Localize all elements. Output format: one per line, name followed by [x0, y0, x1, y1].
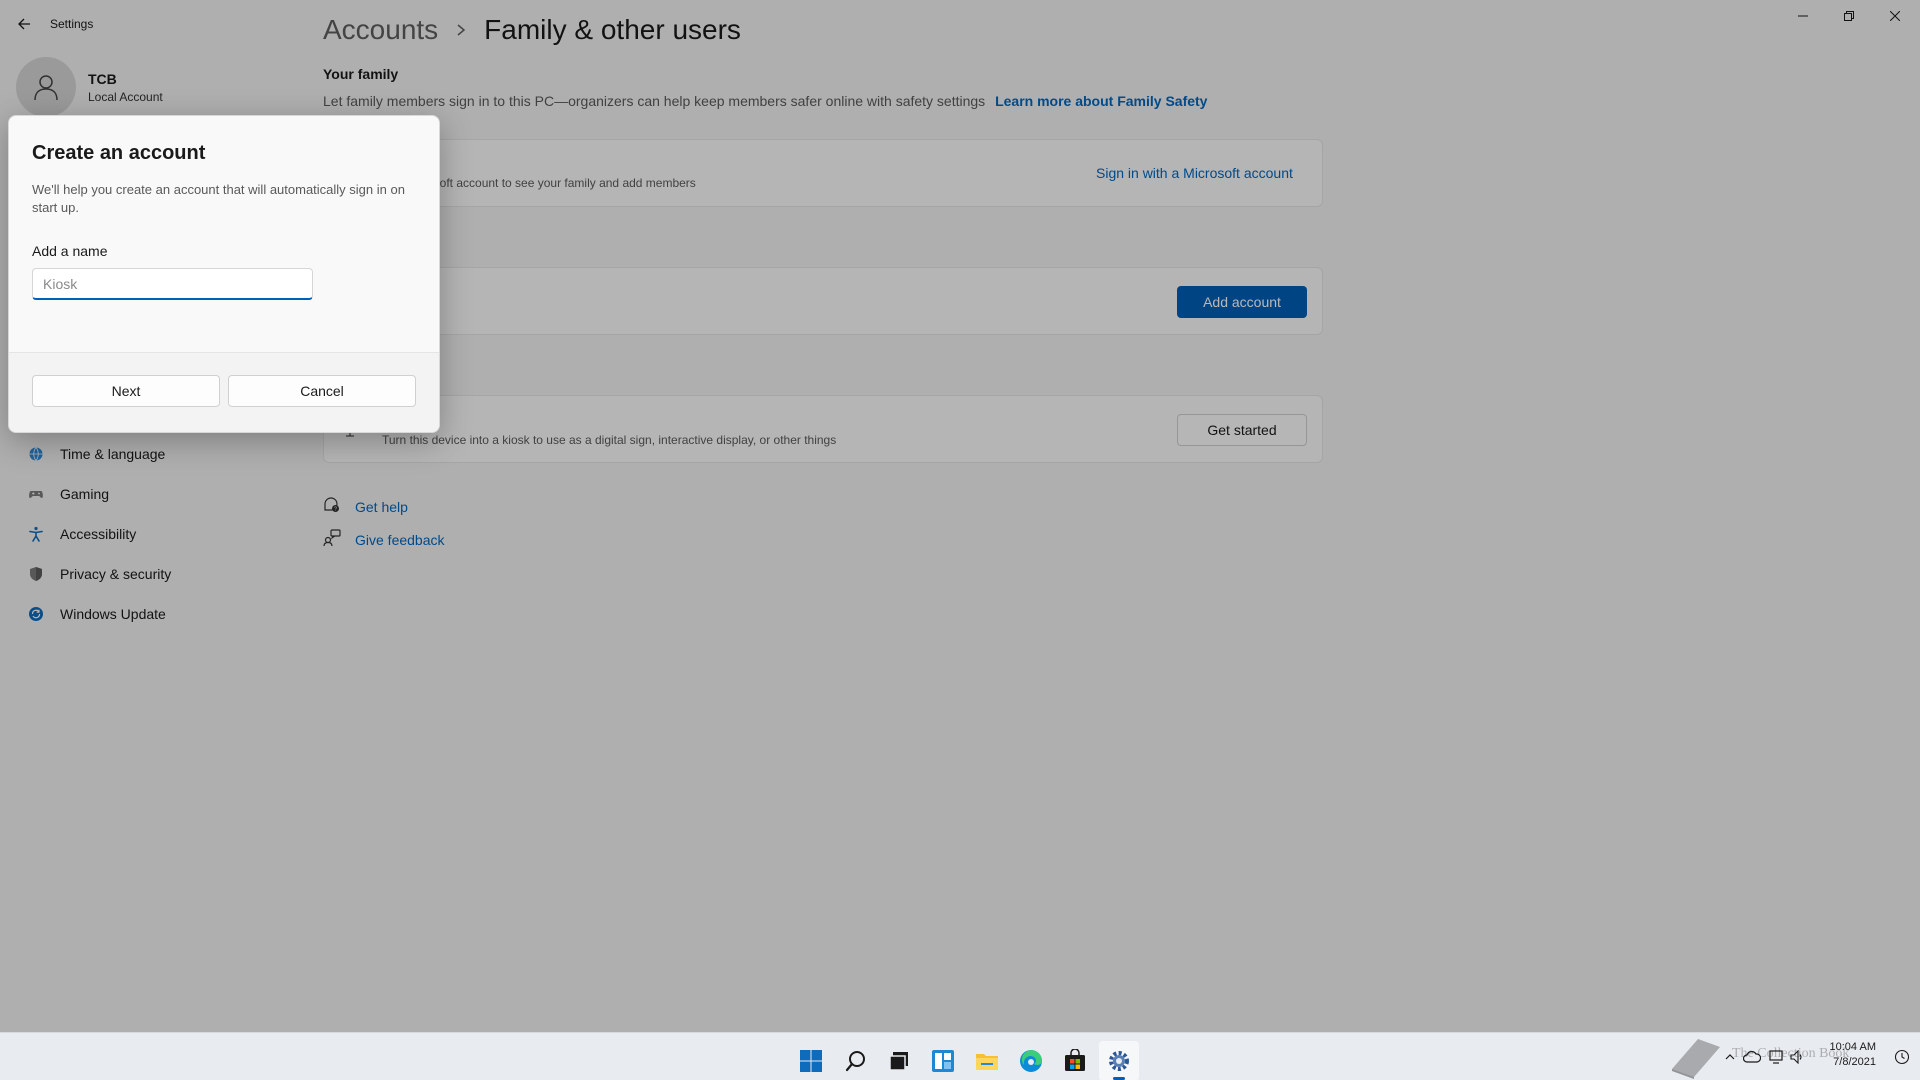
volume-icon: [1790, 1050, 1802, 1064]
store-button[interactable]: [1055, 1041, 1095, 1080]
dialog-footer: Next Cancel: [9, 352, 439, 432]
dialog-description: We'll help you create an account that wi…: [32, 182, 405, 215]
cloud-icon: [1743, 1051, 1761, 1063]
create-account-dialog: Create an account We'll help you create …: [8, 115, 440, 433]
edge-icon: [1020, 1050, 1042, 1072]
cancel-button[interactable]: Cancel: [228, 375, 416, 407]
store-icon: [1065, 1049, 1085, 1071]
name-input[interactable]: [32, 268, 313, 300]
onedrive-button[interactable]: [1742, 1047, 1762, 1067]
file-explorer-icon: [976, 1054, 998, 1070]
chevron-up-icon: [1725, 1054, 1735, 1060]
edge-button[interactable]: [1011, 1041, 1051, 1080]
taskbar: The Collection Book 10:04 AM 7/8/2021: [0, 1032, 1920, 1080]
start-button[interactable]: [791, 1041, 831, 1080]
task-view-icon: [889, 1052, 908, 1071]
widgets-button[interactable]: [923, 1041, 963, 1080]
taskbar-search-button[interactable]: [836, 1041, 876, 1080]
next-button[interactable]: Next: [32, 375, 220, 407]
task-view-button[interactable]: [879, 1041, 919, 1080]
notifications-button[interactable]: [1892, 1047, 1912, 1067]
show-hidden-icons-button[interactable]: [1720, 1047, 1740, 1067]
settings-icon: [1109, 1051, 1129, 1071]
clock-date: 7/8/2021: [1833, 1056, 1876, 1068]
settings-taskbar-button[interactable]: [1099, 1041, 1139, 1080]
clock[interactable]: 10:04 AM 7/8/2021: [1816, 1040, 1876, 1070]
network-icon: [1769, 1050, 1783, 1064]
clock-time: 10:04 AM: [1829, 1041, 1876, 1053]
file-explorer-button[interactable]: [967, 1041, 1007, 1080]
widgets-icon: [932, 1050, 954, 1072]
name-field-label: Add a name: [32, 243, 108, 259]
network-button[interactable]: [1766, 1047, 1786, 1067]
book-watermark-icon: [1672, 1039, 1720, 1079]
search-icon: [845, 1051, 865, 1072]
volume-button[interactable]: [1788, 1047, 1808, 1067]
notification-icon: [1894, 1049, 1910, 1065]
dialog-title: Create an account: [32, 142, 206, 164]
start-icon: [800, 1050, 822, 1072]
